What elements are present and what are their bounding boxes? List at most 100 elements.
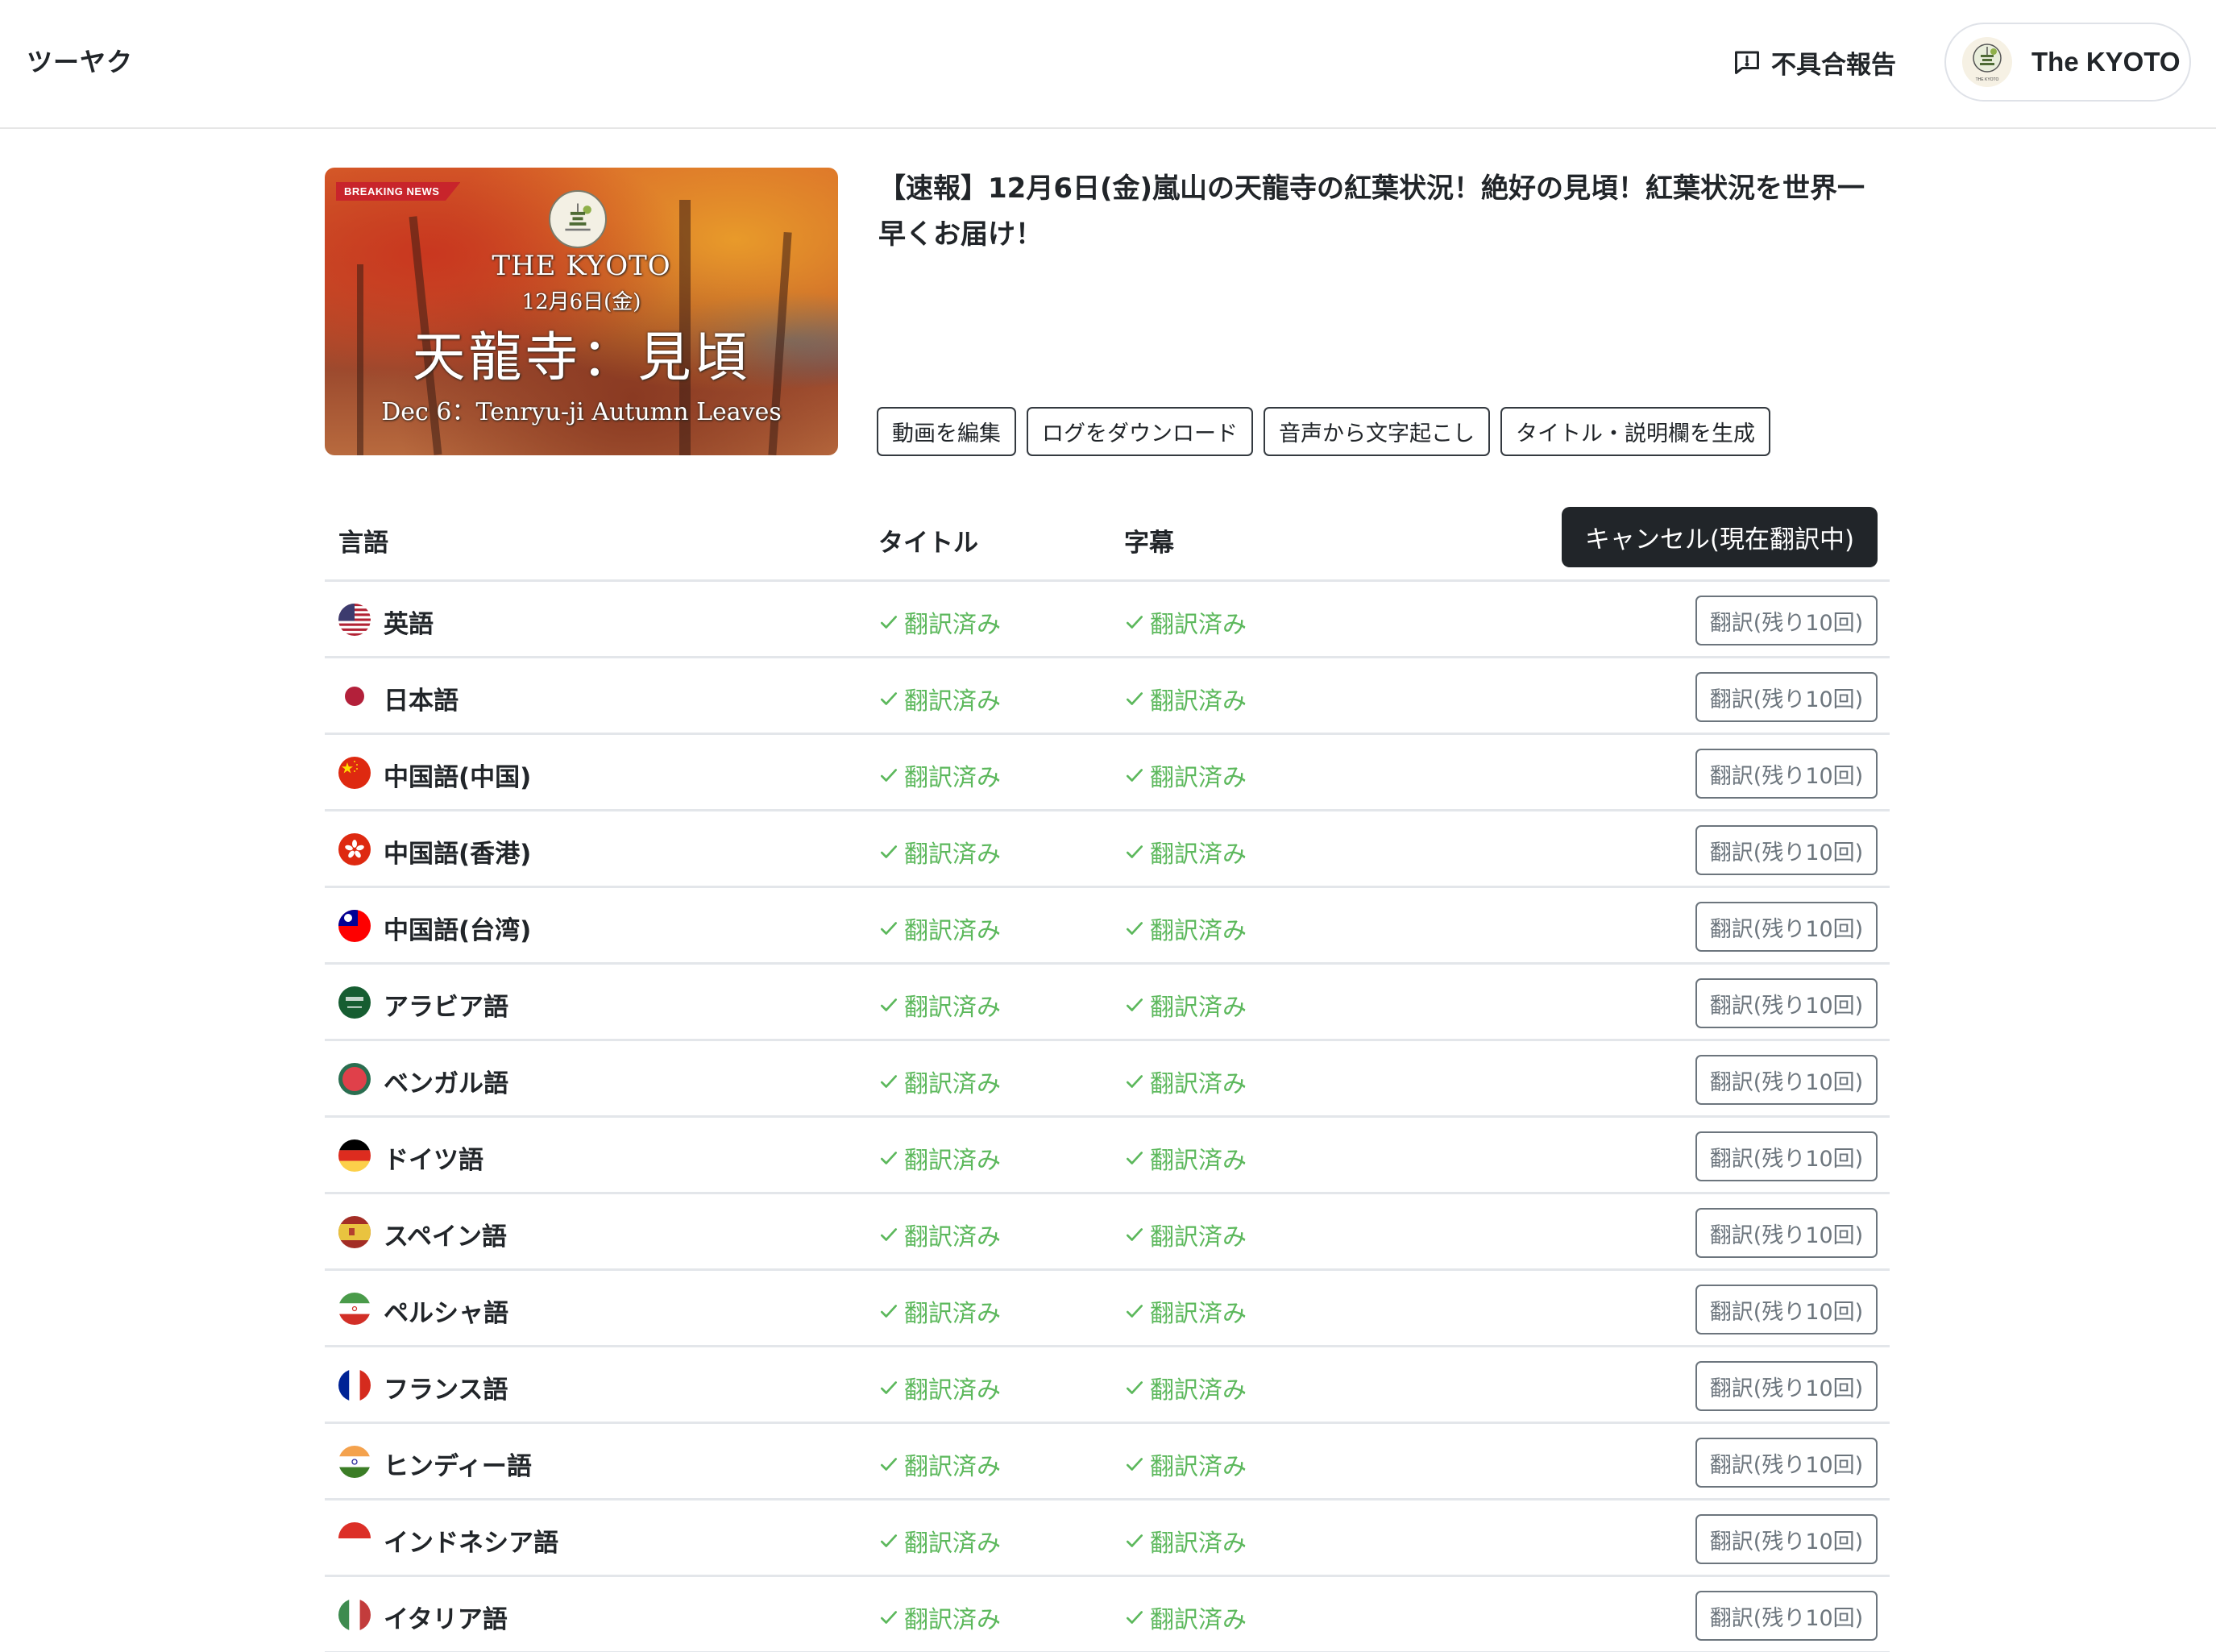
table-body: 英語 翻訳済み 翻訳済み 翻訳(残り10回) 日本語 翻訳済み 翻訳済み 翻訳(… xyxy=(325,582,1890,1652)
translate-button[interactable]: 翻訳(残り10回) xyxy=(1695,1438,1878,1488)
language-name: 日本語 xyxy=(384,687,459,716)
account-name: The KYOTO xyxy=(2031,47,2181,77)
tw-flag-icon xyxy=(338,910,371,942)
check-icon xyxy=(1126,1228,1143,1241)
check-icon xyxy=(880,1152,898,1164)
title-status: 翻訳済み xyxy=(878,1447,1001,1482)
language-name: フランス語 xyxy=(384,1376,508,1405)
transcribe-audio-button[interactable]: 音声から文字起こし xyxy=(1264,407,1490,456)
language-name: スペイン語 xyxy=(384,1222,507,1251)
translate-button[interactable]: 翻訳(残り10回) xyxy=(1695,1591,1878,1641)
it-flag-icon xyxy=(338,1599,371,1631)
column-header-language: 言語 xyxy=(338,529,388,558)
check-icon xyxy=(1126,1534,1143,1547)
language-name: 英語 xyxy=(384,610,434,639)
language-name: 中国語(香港) xyxy=(384,840,532,869)
video-thumbnail[interactable]: BREAKING NEWS THE KYOTO 12月6日(金) 天龍寺：見頃 … xyxy=(325,168,838,455)
svg-text:THE KYOTO: THE KYOTO xyxy=(1976,77,1999,82)
title-status: 翻訳済み xyxy=(878,834,1001,870)
subtitle-status: 翻訳済み xyxy=(1124,1523,1247,1559)
title-status: 翻訳済み xyxy=(878,1217,1001,1252)
translate-button[interactable]: 翻訳(残り10回) xyxy=(1695,1208,1878,1258)
title-status: 翻訳済み xyxy=(878,911,1001,946)
check-icon xyxy=(1126,922,1143,935)
de-flag-icon xyxy=(338,1139,371,1172)
title-status: 翻訳済み xyxy=(878,1523,1001,1559)
check-icon xyxy=(1126,692,1143,705)
check-icon xyxy=(880,692,898,705)
table-row: インドネシア語 翻訳済み 翻訳済み 翻訳(残り10回) xyxy=(325,1500,1890,1577)
table-row: スペイン語 翻訳済み 翻訳済み 翻訳(残り10回) xyxy=(325,1194,1890,1271)
language-name: 中国語(中国) xyxy=(384,763,532,792)
translate-button[interactable]: 翻訳(残り10回) xyxy=(1695,1285,1878,1334)
subtitle-status: 翻訳済み xyxy=(1124,987,1247,1023)
video-title: 【速報】12月6日(金)嵐山の天龍寺の紅葉状況！絶好の見頃！紅葉状況を世界一早く… xyxy=(878,172,1865,251)
check-icon xyxy=(880,1611,898,1624)
edit-video-button[interactable]: 動画を編集 xyxy=(877,407,1016,456)
subtitle-status: 翻訳済み xyxy=(1124,1293,1247,1329)
title-status: 翻訳済み xyxy=(878,1140,1001,1176)
bd-flag-icon xyxy=(338,1063,371,1095)
subtitle-status: 翻訳済み xyxy=(1124,1140,1247,1176)
video-actions: 動画を編集 ログをダウンロード 音声から文字起こし タイトル・説明欄を生成 xyxy=(877,407,1770,456)
check-icon xyxy=(880,922,898,935)
language-name: ペルシャ語 xyxy=(384,1299,508,1328)
translate-button[interactable]: 翻訳(残り10回) xyxy=(1695,825,1878,875)
ir-flag-icon xyxy=(338,1293,371,1325)
table-row: 中国語(香港) 翻訳済み 翻訳済み 翻訳(残り10回) xyxy=(325,811,1890,888)
title-status: 翻訳済み xyxy=(878,681,1001,716)
check-icon xyxy=(880,616,898,629)
fr-flag-icon xyxy=(338,1369,371,1401)
check-icon xyxy=(880,998,898,1011)
title-status: 翻訳済み xyxy=(878,604,1001,640)
id-flag-icon xyxy=(338,1522,371,1554)
table-row: フランス語 翻訳済み 翻訳済み 翻訳(残り10回) xyxy=(325,1347,1890,1424)
download-log-button[interactable]: ログをダウンロード xyxy=(1027,407,1253,456)
subtitle-status: 翻訳済み xyxy=(1124,1447,1247,1482)
translate-button[interactable]: 翻訳(残り10回) xyxy=(1695,1361,1878,1411)
check-icon xyxy=(880,1228,898,1241)
translate-button[interactable]: 翻訳(残り10回) xyxy=(1695,902,1878,952)
table-row: アラビア語 翻訳済み 翻訳済み 翻訳(残り10回) xyxy=(325,965,1890,1041)
translate-button[interactable]: 翻訳(残り10回) xyxy=(1695,1514,1878,1564)
column-header-title: タイトル xyxy=(878,529,978,558)
language-name: ドイツ語 xyxy=(384,1146,483,1175)
title-status: 翻訳済み xyxy=(878,987,1001,1023)
check-icon xyxy=(880,845,898,858)
check-icon xyxy=(1126,1305,1143,1318)
translate-button[interactable]: 翻訳(残り10回) xyxy=(1695,1055,1878,1105)
table-header: 言語 タイトル 字幕 キャンセル(現在翻訳中) xyxy=(325,492,1890,582)
translate-button[interactable]: 翻訳(残り10回) xyxy=(1695,596,1878,645)
translation-table: 言語 タイトル 字幕 キャンセル(現在翻訳中) 英語 翻訳済み 翻訳済み 翻訳(… xyxy=(325,492,1890,1652)
message-alert-icon xyxy=(1733,48,1762,77)
check-icon xyxy=(880,1075,898,1088)
app-logo[interactable]: ツーヤク xyxy=(27,42,133,79)
language-name: イタリア語 xyxy=(384,1605,508,1634)
subtitle-status: 翻訳済み xyxy=(1124,1370,1247,1405)
subtitle-status: 翻訳済み xyxy=(1124,1217,1247,1252)
hk-flag-icon xyxy=(338,833,371,865)
check-icon xyxy=(1126,1458,1143,1471)
check-icon xyxy=(880,1381,898,1394)
translate-button[interactable]: 翻訳(残り10回) xyxy=(1695,978,1878,1028)
subtitle-status: 翻訳済み xyxy=(1124,604,1247,640)
language-name: ベンガル語 xyxy=(384,1069,508,1098)
sa-flag-icon xyxy=(338,986,371,1019)
thumbnail-subline: Dec 6：Tenryu-ji Autumn Leaves xyxy=(381,398,782,426)
subtitle-status: 翻訳済み xyxy=(1124,681,1247,716)
table-row: 日本語 翻訳済み 翻訳済み 翻訳(残り10回) xyxy=(325,658,1890,735)
account-menu-button[interactable]: THE KYOTO The KYOTO xyxy=(1944,23,2191,102)
channel-logo-icon xyxy=(549,190,607,248)
check-icon xyxy=(880,1534,898,1547)
check-icon xyxy=(1126,1152,1143,1164)
title-status: 翻訳済み xyxy=(878,1064,1001,1099)
translate-button[interactable]: 翻訳(残り10回) xyxy=(1695,749,1878,799)
translate-button[interactable]: 翻訳(残り10回) xyxy=(1695,672,1878,722)
check-icon xyxy=(1126,1611,1143,1624)
generate-title-description-button[interactable]: タイトル・説明欄を生成 xyxy=(1500,407,1770,456)
translate-button[interactable]: 翻訳(残り10回) xyxy=(1695,1131,1878,1181)
bug-report-link[interactable]: 不具合報告 xyxy=(1733,42,1896,82)
table-row: ペルシャ語 翻訳済み 翻訳済み 翻訳(残り10回) xyxy=(325,1271,1890,1347)
cancel-translation-button[interactable]: キャンセル(現在翻訳中) xyxy=(1562,507,1878,567)
channel-avatar: THE KYOTO xyxy=(1962,37,2012,87)
